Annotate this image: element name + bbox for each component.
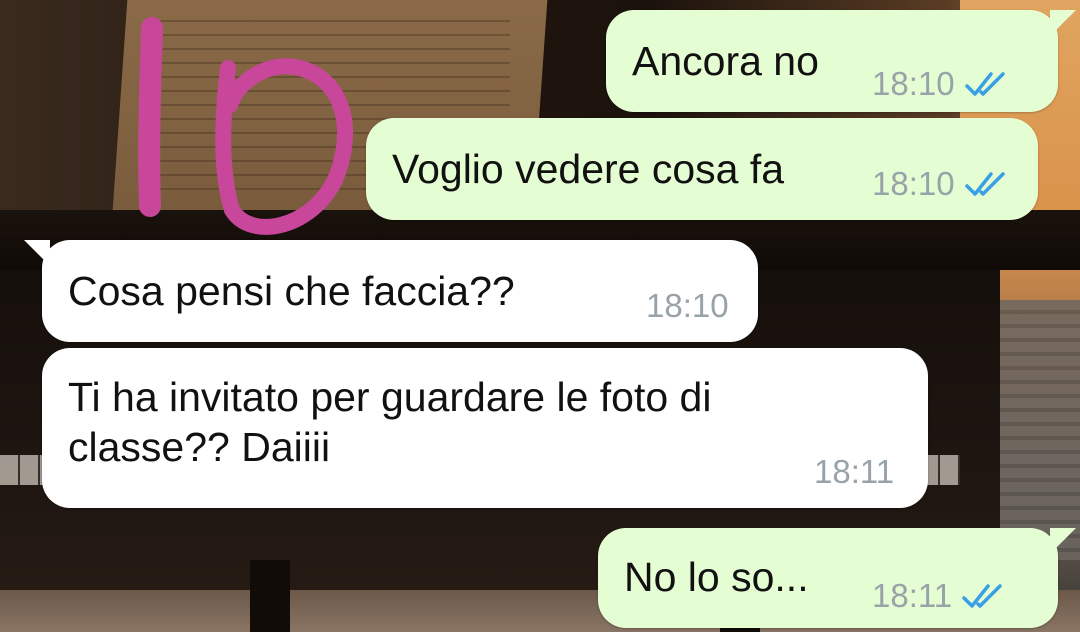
message-time: 18:10 [872, 65, 955, 102]
message-meta: 18:11 [814, 454, 894, 490]
message-text: Cosa pensi che faccia?? [68, 268, 515, 314]
message-bubble-incoming[interactable]: Cosa pensi che faccia?? 18:10 [24, 240, 758, 342]
message-text: Ancora no [632, 38, 819, 84]
bubble-tail [1050, 528, 1076, 554]
message-bubble-outgoing[interactable]: No lo so... 18:11 [598, 528, 1076, 628]
message-text: Ti ha invitato per guardare le foto di c… [68, 374, 712, 470]
message-meta: 18:10 [872, 166, 1009, 202]
message-meta: 18:11 [872, 578, 1006, 614]
message-time: 18:10 [872, 165, 955, 202]
message-text: No lo so... [624, 554, 809, 600]
message-bubble-outgoing[interactable]: Ancora no 18:10 [606, 10, 1076, 112]
double-check-icon [962, 584, 1002, 608]
message-time: 18:11 [872, 577, 953, 614]
double-check-icon [964, 172, 1005, 196]
message-bubble-incoming[interactable]: Ti ha invitato per guardare le foto di c… [42, 348, 928, 508]
wallpaper-piano-leg [250, 560, 290, 632]
message-time: 18:10 [646, 287, 729, 324]
double-check-icon [964, 72, 1005, 96]
message-bubble-outgoing[interactable]: Voglio vedere cosa fa 18:10 [366, 118, 1038, 220]
wallpaper-building [1000, 300, 1080, 560]
bubble-tail [1050, 10, 1076, 36]
message-meta: 18:10 [646, 288, 729, 324]
handwritten-annotation-io [138, 17, 354, 235]
bubble-tail [24, 240, 50, 266]
message-time: 18:11 [814, 453, 895, 490]
message-text: Voglio vedere cosa fa [392, 146, 785, 192]
message-meta: 18:10 [872, 66, 1009, 102]
